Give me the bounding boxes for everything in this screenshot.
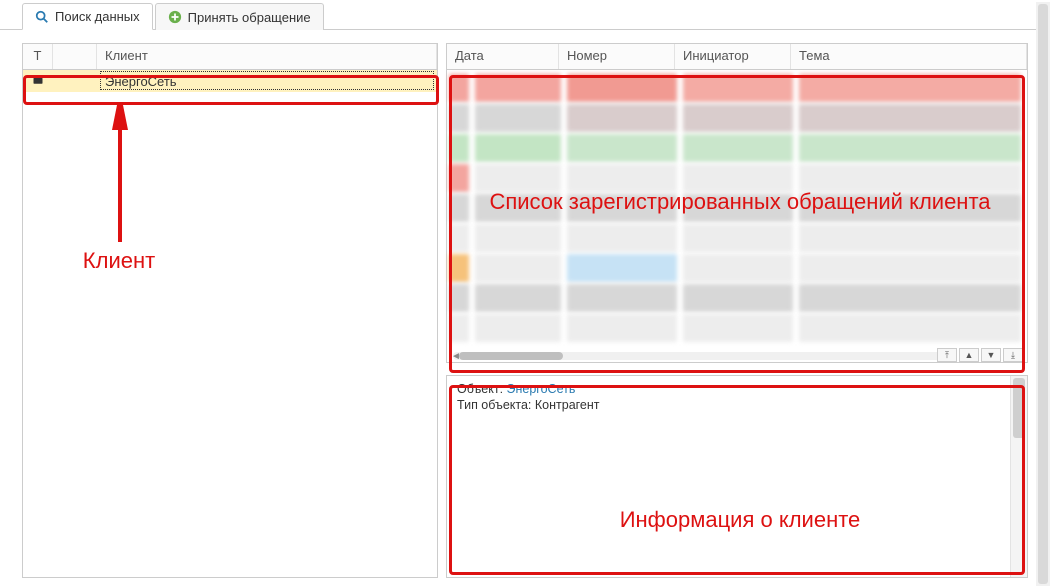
- briefcase-icon: [23, 72, 53, 91]
- nav-first-button[interactable]: ⤒: [937, 348, 957, 362]
- tab-search-data[interactable]: Поиск данных: [22, 3, 153, 30]
- info-type-line: Тип объекта: Контрагент: [457, 398, 1017, 412]
- client-grid-body[interactable]: ЭнергоСеть: [23, 70, 437, 577]
- column-type[interactable]: Т: [23, 44, 53, 69]
- request-row-blurred: [449, 224, 1021, 252]
- tab-bar: Поиск данных Принять обращение: [0, 2, 1050, 30]
- client-row[interactable]: ЭнергоСеть: [23, 70, 437, 92]
- request-row-blurred: [449, 314, 1021, 342]
- column-initiator[interactable]: Инициатор: [675, 44, 791, 69]
- tab-accept-request[interactable]: Принять обращение: [155, 3, 324, 30]
- info-vertical-scrollbar[interactable]: [1010, 376, 1027, 577]
- nav-down-button[interactable]: ▼: [981, 348, 1001, 362]
- magnifier-icon: [35, 10, 49, 24]
- scrollbar-thumb[interactable]: [459, 352, 563, 360]
- scrollbar-thumb[interactable]: [1038, 4, 1048, 584]
- nav-up-button[interactable]: ▲: [959, 348, 979, 362]
- requests-grid-header: Дата Номер Инициатор Тема: [447, 44, 1027, 70]
- request-row-blurred: [449, 284, 1021, 312]
- client-info-panel: Объект: ЭнергоСеть Тип объекта: Контраге…: [446, 375, 1028, 578]
- request-row-blurred: [449, 74, 1021, 102]
- scrollbar-thumb[interactable]: [1013, 378, 1025, 438]
- info-type-label: Тип объекта:: [457, 398, 535, 412]
- client-list-panel: Т Клиент ЭнергоСеть: [22, 43, 438, 578]
- info-object-link[interactable]: ЭнергоСеть: [507, 382, 576, 396]
- tab-accept-label: Принять обращение: [188, 10, 311, 25]
- grid-nav-buttons: ⤒ ▲ ▼ ⤓: [937, 348, 1023, 362]
- column-topic[interactable]: Тема: [791, 44, 1027, 69]
- column-date[interactable]: Дата: [447, 44, 559, 69]
- requests-grid-body[interactable]: ◄ ► ⤒ ▲ ▼ ⤓: [447, 70, 1027, 362]
- request-row-blurred: [449, 134, 1021, 162]
- plus-circle-icon: [168, 10, 182, 24]
- requests-panel: Дата Номер Инициатор Тема ◄ ► ⤒ ▲ ▼: [446, 43, 1028, 363]
- client-name: ЭнергоСеть: [97, 72, 437, 91]
- info-type-value: Контрагент: [535, 398, 600, 412]
- tab-search-label: Поиск данных: [55, 9, 140, 24]
- info-object-label: Объект:: [457, 382, 507, 396]
- request-row-blurred: [449, 194, 1021, 222]
- request-row-blurred: [449, 254, 1021, 282]
- request-row-blurred: [449, 164, 1021, 192]
- page-vertical-scrollbar[interactable]: [1036, 2, 1050, 586]
- column-icon[interactable]: [53, 44, 97, 69]
- info-object-line: Объект: ЭнергоСеть: [457, 382, 1017, 396]
- horizontal-scrollbar[interactable]: ◄ ►: [453, 352, 949, 360]
- request-row-blurred: [449, 104, 1021, 132]
- column-client[interactable]: Клиент: [97, 44, 437, 69]
- client-grid-header: Т Клиент: [23, 44, 437, 70]
- column-number[interactable]: Номер: [559, 44, 675, 69]
- nav-last-button[interactable]: ⤓: [1003, 348, 1023, 362]
